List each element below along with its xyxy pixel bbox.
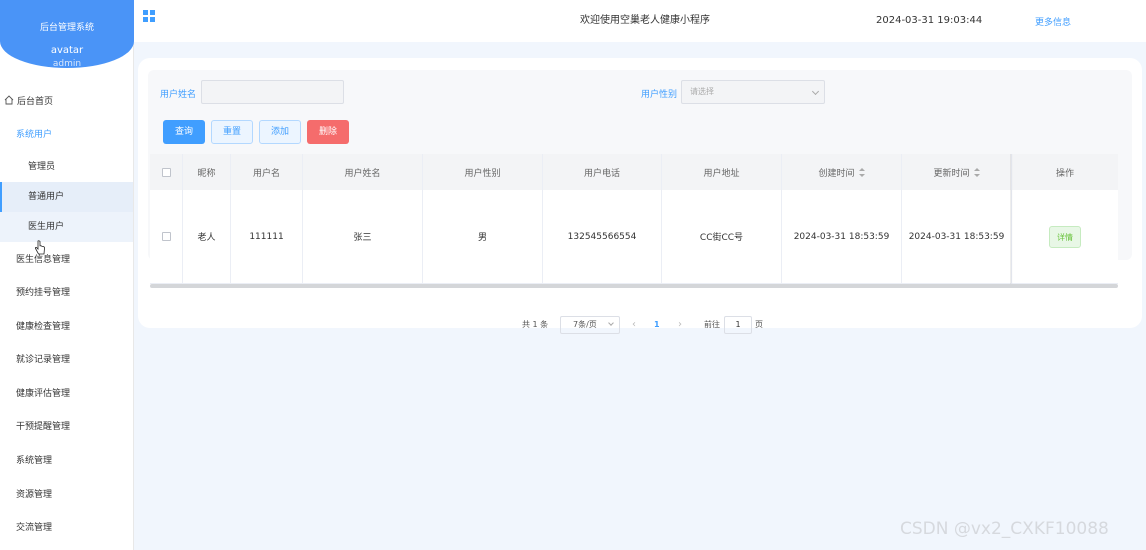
prev-page-icon[interactable]: ‹ <box>632 316 636 334</box>
sidebar-item-health-check[interactable]: 健康检查管理 <box>0 312 133 342</box>
page-size-select[interactable]: 7条/页 <box>560 316 620 334</box>
cell-username: 111111 <box>231 190 303 283</box>
more-info-link[interactable]: 更多信息 <box>1035 15 1071 28</box>
col-created-label: 创建时间 <box>818 168 855 179</box>
cell-phone: 132545566554 <box>543 190 662 283</box>
col-gender: 用户性别 <box>423 154 543 190</box>
table-row: 老人 111111 张三 男 132545566554 CC街CC号 2024-… <box>150 190 1118 284</box>
cell-nickname: 老人 <box>183 190 231 283</box>
sidebar-item-doctor-info[interactable]: 医生信息管理 <box>0 245 133 275</box>
gender-select-placeholder: 请选择 <box>690 87 714 96</box>
cell-realname: 张三 <box>303 190 423 283</box>
goto-label: 前往 <box>704 320 720 329</box>
sidebar-item-label: 后台首页 <box>17 97 54 107</box>
add-button[interactable]: 添加 <box>259 120 301 144</box>
top-header: 欢迎使用空巢老人健康小程序 2024-03-31 19:03:44 更多信息 <box>134 0 1146 42</box>
sidebar: 后台管理系统 avatar admin 后台首页 系统用户 管理员 普通用户 医… <box>0 0 134 550</box>
col-username: 用户名 <box>231 154 303 190</box>
next-page-icon[interactable]: › <box>678 316 682 334</box>
delete-button[interactable]: 删除 <box>307 120 349 144</box>
sidebar-group-system-users[interactable]: 系统用户 <box>0 120 133 150</box>
horizontal-scrollbar[interactable] <box>150 284 1118 288</box>
col-created[interactable]: 创建时间 <box>782 154 902 190</box>
reset-button[interactable]: 重置 <box>211 120 253 144</box>
page-suffix: 页 <box>755 320 763 329</box>
sort-icon[interactable] <box>858 167 865 177</box>
sidebar-subitem-doctor-user[interactable]: 医生用户 <box>0 212 133 242</box>
content-card: 用户姓名 用户性别 请选择 查询 重置 添加 删除 昵称 用户名 用户姓名 用户… <box>138 58 1142 334</box>
chevron-down-icon <box>811 87 820 96</box>
col-realname: 用户姓名 <box>303 154 423 190</box>
col-updated-label: 更新时间 <box>933 168 970 179</box>
brand-header: 后台管理系统 avatar admin <box>0 0 134 69</box>
main-content: 用户姓名 用户性别 请选择 查询 重置 添加 删除 昵称 用户名 用户姓名 用户… <box>134 42 1146 550</box>
page-number-current[interactable]: 1 <box>654 316 660 334</box>
query-button[interactable]: 查询 <box>163 120 205 144</box>
col-updated[interactable]: 更新时间 <box>902 154 1012 190</box>
name-input[interactable] <box>201 80 344 104</box>
home-icon <box>4 95 14 105</box>
row-select-cell <box>150 190 183 283</box>
pointer-cursor-icon <box>34 240 45 255</box>
col-phone: 用户电话 <box>543 154 662 190</box>
gender-select[interactable]: 请选择 <box>681 80 825 104</box>
avatar[interactable]: avatar <box>0 45 134 56</box>
name-label: 用户姓名 <box>160 90 197 100</box>
sort-icon[interactable] <box>973 167 980 177</box>
brand-title: 后台管理系统 <box>39 23 94 33</box>
sidebar-item-visit-record[interactable]: 就诊记录管理 <box>0 345 133 375</box>
sidebar-item-resource[interactable]: 资源管理 <box>0 480 133 510</box>
users-table: 昵称 用户名 用户姓名 用户性别 用户电话 用户地址 创建时间 更新时间 操作 … <box>150 154 1118 289</box>
sidebar-subitem-normal-user[interactable]: 普通用户 <box>0 182 133 212</box>
sidebar-item-home[interactable]: 后台首页 <box>0 87 133 117</box>
datetime-display: 2024-03-31 19:03:44 <box>876 15 983 26</box>
username: admin <box>52 59 82 69</box>
cell-address: CC街CC号 <box>662 190 782 283</box>
sidebar-subitem-admin[interactable]: 管理员 <box>0 152 133 182</box>
sidebar-item-communication[interactable]: 交流管理 <box>0 513 133 543</box>
row-checkbox[interactable] <box>161 232 171 241</box>
select-all-checkbox[interactable] <box>161 167 171 177</box>
cell-updated: 2024-03-31 18:53:59 <box>902 190 1012 283</box>
col-nickname: 昵称 <box>183 154 231 190</box>
watermark: CSDN @vx2_CXKF10088 <box>900 519 1109 539</box>
table-header: 昵称 用户名 用户姓名 用户性别 用户电话 用户地址 创建时间 更新时间 操作 <box>150 154 1118 190</box>
select-all-cell <box>150 154 183 190</box>
sidebar-item-health-eval[interactable]: 健康评估管理 <box>0 379 133 409</box>
sidebar-item-system[interactable]: 系统管理 <box>0 446 133 476</box>
pagination-total: 共 1 条 <box>522 320 549 329</box>
sidebar-item-appointment[interactable]: 预约挂号管理 <box>0 278 133 308</box>
menu-toggle-grid-icon[interactable] <box>143 10 155 22</box>
cell-action: 详情 <box>1012 190 1118 283</box>
cell-gender: 男 <box>423 190 543 283</box>
detail-button[interactable]: 详情 <box>1049 225 1081 248</box>
goto-page-input[interactable]: 1 <box>724 316 752 334</box>
fixed-column-shadow <box>1010 154 1013 284</box>
gender-label: 用户性别 <box>641 90 678 100</box>
sidebar-item-intervention[interactable]: 干预提醒管理 <box>0 412 133 442</box>
cell-created: 2024-03-31 18:53:59 <box>782 190 902 283</box>
page-size-value: 7条/页 <box>573 320 597 329</box>
col-address: 用户地址 <box>662 154 782 190</box>
col-action: 操作 <box>1055 168 1074 179</box>
chevron-down-icon <box>608 320 614 326</box>
page-title: 欢迎使用空巢老人健康小程序 <box>580 15 710 26</box>
